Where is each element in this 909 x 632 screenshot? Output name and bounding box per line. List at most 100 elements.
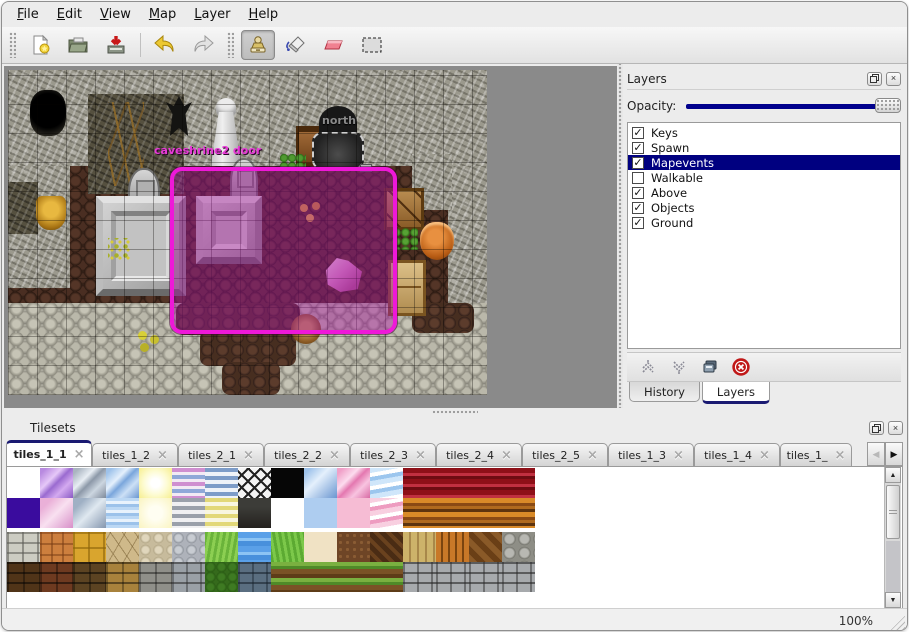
tileset-tile[interactable]	[238, 532, 271, 562]
delete-layer-button[interactable]	[730, 356, 752, 378]
tileset-tile[interactable]	[205, 532, 238, 562]
scrollbar-thumb[interactable]	[886, 485, 900, 539]
menu-layer[interactable]: Layer	[185, 4, 239, 25]
layer-visibility-checkbox[interactable]	[632, 172, 644, 184]
map-canvas[interactable]: caveshrine2 door north	[8, 70, 487, 395]
horizontal-splitter[interactable]	[2, 408, 907, 416]
tileset-tab-tiles_2_2[interactable]: tiles_2_2×	[264, 443, 350, 466]
tileset-tile[interactable]	[304, 532, 337, 562]
tileset-tile[interactable]	[337, 468, 370, 498]
tileset-tile[interactable]	[172, 532, 205, 562]
tileset-tile[interactable]	[271, 498, 304, 528]
tileset-tile[interactable]	[337, 532, 370, 562]
tileset-tile[interactable]	[370, 468, 403, 498]
layer-visibility-checkbox[interactable]: ✓	[632, 202, 644, 214]
tab-close-icon[interactable]: ×	[587, 449, 598, 462]
tileset-tile[interactable]	[271, 468, 304, 498]
tileset-tile[interactable]	[370, 498, 403, 528]
tileset-tile[interactable]	[238, 562, 271, 592]
tileset-tile[interactable]	[337, 498, 370, 528]
tileset-tile[interactable]	[304, 562, 337, 592]
tileset-tab-tiles_2_1[interactable]: tiles_2_1×	[178, 443, 264, 466]
scrollbar-track[interactable]	[886, 541, 900, 592]
tileset-tile[interactable]	[271, 562, 304, 592]
tileset-tile[interactable]	[271, 532, 304, 562]
open-map-button[interactable]	[61, 30, 95, 60]
resize-grip[interactable]	[890, 615, 905, 630]
tileset-tile[interactable]	[139, 562, 172, 592]
opacity-slider-track[interactable]	[686, 104, 897, 109]
tileset-tile[interactable]	[73, 468, 106, 498]
tileset-tile[interactable]	[73, 498, 106, 528]
layer-visibility-checkbox[interactable]: ✓	[632, 142, 644, 154]
fill-tool-button[interactable]	[279, 30, 313, 60]
tileset-tab-tiles_1_2[interactable]: tiles_1_2×	[92, 443, 178, 466]
tileset-tab-tiles_1_[interactable]: tiles_1_×	[780, 443, 852, 466]
duplicate-layer-button[interactable]	[699, 356, 721, 378]
tileset-tab-tiles_2_4[interactable]: tiles_2_4×	[436, 443, 522, 466]
tileset-tile[interactable]	[106, 468, 139, 498]
layer-visibility-checkbox[interactable]: ✓	[632, 127, 644, 139]
tileset-tile[interactable]	[238, 468, 271, 498]
palette-scrollbar[interactable]: ▲ ▼	[884, 467, 901, 608]
tab-close-icon[interactable]: ×	[759, 449, 770, 462]
tileset-tile[interactable]	[7, 468, 40, 498]
tileset-tile[interactable]	[7, 562, 40, 592]
tileset-tile[interactable]	[139, 532, 172, 562]
tileset-tile[interactable]	[304, 498, 337, 528]
tab-close-icon[interactable]: ×	[329, 449, 340, 462]
layer-row-keys[interactable]: ✓Keys	[628, 125, 900, 140]
tileset-tile[interactable]	[469, 468, 502, 498]
tileset-tab-tiles_1_1[interactable]: tiles_1_1×	[6, 440, 92, 466]
menu-view[interactable]: View	[91, 4, 140, 25]
tab-close-icon[interactable]: ×	[673, 449, 684, 462]
close-panel-button[interactable]: ×	[886, 72, 901, 86]
tileset-tile[interactable]	[40, 562, 73, 592]
tileset-tile[interactable]	[172, 562, 205, 592]
tileset-tile[interactable]	[502, 562, 535, 592]
opacity-slider[interactable]	[684, 98, 901, 114]
scroll-tabs-right-button[interactable]: ▶	[885, 442, 903, 466]
tileset-tile[interactable]	[337, 562, 370, 592]
map-viewport[interactable]: caveshrine2 door north	[4, 66, 617, 408]
menu-edit[interactable]: Edit	[48, 4, 91, 25]
tileset-tile[interactable]	[436, 532, 469, 562]
tab-close-icon[interactable]: ×	[157, 449, 168, 462]
tileset-tile[interactable]	[205, 562, 238, 592]
tileset-tile[interactable]	[172, 468, 205, 498]
rect-select-tool-button[interactable]	[355, 30, 389, 60]
tileset-tile[interactable]	[7, 532, 40, 562]
tileset-tile[interactable]	[436, 562, 469, 592]
tileset-tab-tiles_2_3[interactable]: tiles_2_3×	[350, 443, 436, 466]
tileset-tile[interactable]	[403, 532, 436, 562]
tileset-tile[interactable]	[370, 562, 403, 592]
selection-rectangle[interactable]	[170, 167, 397, 334]
tileset-tile[interactable]	[73, 532, 106, 562]
tileset-tile[interactable]	[304, 468, 337, 498]
tileset-tile[interactable]	[106, 498, 139, 528]
tileset-tile[interactable]	[436, 468, 469, 498]
tileset-tab-tiles_1_4[interactable]: tiles_1_4×	[694, 443, 780, 466]
undo-button[interactable]	[148, 30, 182, 60]
tileset-tile[interactable]	[205, 498, 238, 528]
dock-tab-layers[interactable]: Layers	[702, 382, 770, 404]
tileset-tile[interactable]	[40, 468, 73, 498]
layer-visibility-checkbox[interactable]: ✓	[632, 217, 644, 229]
tileset-tile[interactable]	[502, 498, 535, 528]
tileset-tile[interactable]	[469, 562, 502, 592]
tileset-tile[interactable]	[403, 498, 436, 528]
layer-row-mapevents[interactable]: ✓Mapevents	[628, 155, 900, 170]
tileset-tile[interactable]	[502, 532, 535, 562]
float-panel-button[interactable]	[867, 72, 882, 86]
toolbar-grip[interactable]	[9, 32, 16, 58]
save-map-button[interactable]	[99, 30, 133, 60]
layer-visibility-checkbox[interactable]: ✓	[632, 187, 644, 199]
layer-visibility-checkbox[interactable]: ✓	[632, 157, 644, 169]
tileset-tile[interactable]	[403, 468, 436, 498]
menu-map[interactable]: Map	[140, 4, 185, 25]
tileset-tile[interactable]	[469, 498, 502, 528]
toolbar-grip-2[interactable]	[227, 32, 234, 58]
tileset-tile[interactable]	[106, 532, 139, 562]
tileset-tile[interactable]	[7, 498, 40, 528]
layer-row-objects[interactable]: ✓Objects	[628, 200, 900, 215]
